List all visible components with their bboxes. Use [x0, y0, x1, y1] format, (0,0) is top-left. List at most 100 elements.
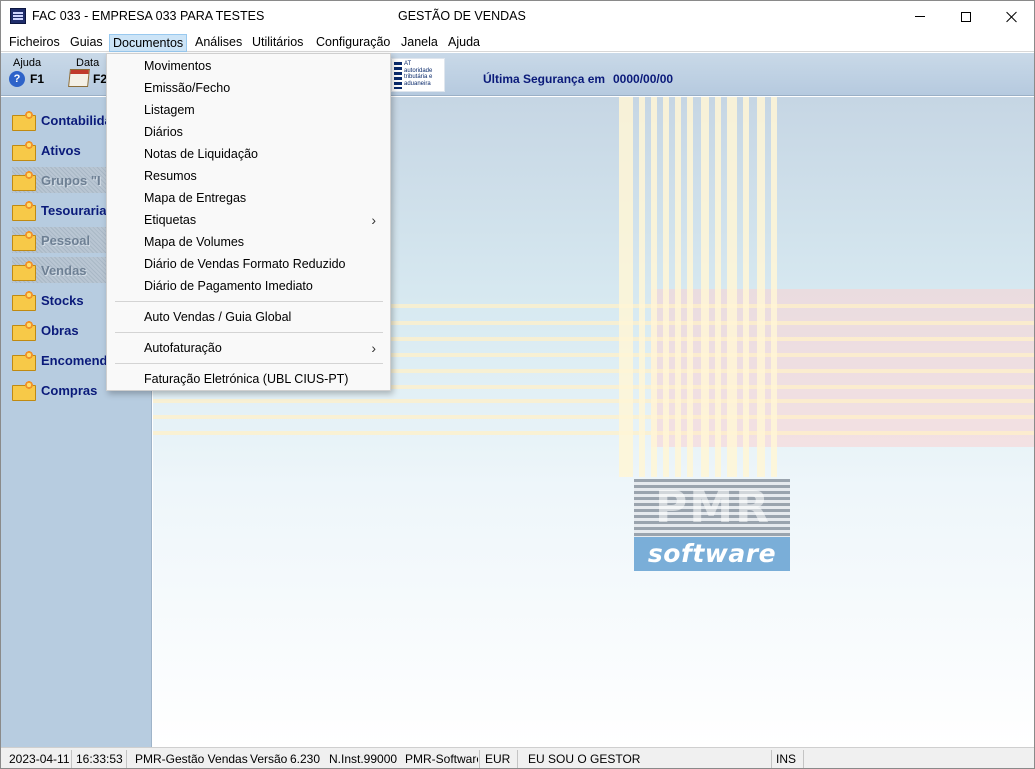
sidebar-item-label: Grupos "I [41, 172, 101, 188]
background-stripe [651, 97, 657, 477]
sidebar-item-label: Compras [41, 382, 98, 398]
status-mode: INS [776, 752, 797, 766]
status-date: 2023-04-11 [9, 752, 70, 766]
status-vendor: PMR-Software [405, 752, 478, 766]
minimize-button[interactable] [897, 1, 943, 32]
background-stripe [153, 415, 1034, 419]
menu-item-label: Diários [144, 125, 183, 139]
app-window: FAC 033 - EMPRESA 033 PARA TESTES GESTÃO… [0, 0, 1035, 769]
menu-ficheiros[interactable]: Ficheiros [6, 34, 63, 52]
window-subtitle: GESTÃO DE VENDAS [398, 9, 526, 23]
backup-label: Última Segurança em [483, 72, 606, 86]
status-divider [517, 750, 518, 768]
menu-item-diario-pagamento-imediato[interactable]: Diário de Pagamento Imediato [107, 275, 390, 297]
menu-item-label: Diário de Pagamento Imediato [144, 279, 313, 293]
menu-item-label: Auto Vendas / Guia Global [144, 310, 292, 324]
sidebar-item-label: Ativos [41, 142, 81, 158]
menu-item-label: Listagem [144, 103, 195, 117]
status-app-name: PMR-Gestão Vendas [135, 752, 248, 766]
menu-item-notas-liquidacao[interactable]: Notas de Liquidação [107, 143, 390, 165]
menu-item-diarios[interactable]: Diários [107, 121, 390, 143]
menu-item-label: Etiquetas [144, 213, 197, 227]
status-version-label: Versão [250, 752, 288, 766]
background-stripe [701, 97, 709, 477]
status-user: EU SOU O GESTOR [528, 752, 641, 766]
menu-item-autofaturacao[interactable]: Autofaturação › [107, 337, 390, 359]
app-icon[interactable] [10, 8, 26, 24]
menu-guias[interactable]: Guias [67, 34, 106, 52]
background-stripe [715, 97, 721, 477]
menu-item-label: Autofaturação [144, 341, 222, 355]
folder-icon [12, 140, 36, 161]
status-divider [803, 750, 804, 768]
folder-icon [12, 290, 36, 311]
menu-separator [115, 301, 383, 302]
background-stripe [687, 97, 693, 477]
status-divider [479, 750, 480, 768]
menu-documentos[interactable]: Documentos [109, 34, 188, 52]
menu-item-etiquetas[interactable]: Etiquetas › [107, 209, 390, 231]
menu-item-auto-vendas[interactable]: Auto Vendas / Guia Global [107, 306, 390, 328]
menu-item-resumos[interactable]: Resumos [107, 165, 390, 187]
menu-item-listagem[interactable]: Listagem [107, 99, 390, 121]
status-version: 6.230 [290, 752, 321, 766]
at-logo: AT autoridade tributária e aduaneira [391, 58, 445, 92]
calendar-icon[interactable] [68, 69, 90, 87]
menu-analises[interactable]: Análises [192, 34, 245, 52]
menu-utilitarios[interactable]: Utilitários [249, 34, 306, 52]
menu-item-label: Mapa de Entregas [144, 191, 247, 205]
status-divider [126, 750, 127, 768]
help-key[interactable]: F1 [30, 72, 44, 86]
date-key[interactable]: F2 [93, 72, 107, 86]
menu-ajuda[interactable]: Ajuda [445, 34, 483, 52]
at-mark-icon [394, 62, 402, 89]
menu-item-label: Emissão/Fecho [144, 81, 231, 95]
sidebar-item-label: Pessoal [41, 232, 91, 248]
menu-item-emissao-fecho[interactable]: Emissão/Fecho [107, 77, 390, 99]
sidebar-item-label: Stocks [41, 292, 84, 308]
menu-item-label: Faturação Eletrónica (UBL CIUS-PT) [144, 372, 349, 386]
menu-configuracao[interactable]: Configuração [313, 34, 393, 52]
sidebar-item-label: Vendas [41, 262, 87, 278]
background-stripe [153, 399, 1034, 403]
background-stripe [727, 97, 737, 477]
chevron-right-icon: › [371, 340, 376, 356]
pmr-logo-letters: PMR [655, 482, 771, 533]
minimize-icon [915, 16, 925, 17]
sidebar-item-label: Obras [41, 322, 79, 338]
menu-item-label: Mapa de Volumes [144, 235, 245, 249]
status-currency: EUR [485, 752, 511, 766]
maximize-button[interactable] [943, 1, 989, 32]
folder-icon [12, 260, 36, 281]
menu-item-faturacao-eletronica[interactable]: Faturação Eletrónica (UBL CIUS-PT) [107, 368, 390, 390]
menu-item-movimentos[interactable]: Movimentos [107, 55, 390, 77]
menu-item-label: Notas de Liquidação [144, 147, 258, 161]
background-stripe [743, 97, 749, 477]
background-stripe [771, 97, 777, 477]
menu-item-diario-vendas-reduzido[interactable]: Diário de Vendas Formato Reduzido [107, 253, 390, 275]
window-title: FAC 033 - EMPRESA 033 PARA TESTES [32, 9, 265, 23]
menu-item-label: Movimentos [144, 59, 212, 73]
folder-icon [12, 200, 36, 221]
menu-item-mapa-entregas[interactable]: Mapa de Entregas [107, 187, 390, 209]
sidebar-item-label: Tesouraria [41, 202, 107, 218]
status-time: 16:33:53 [76, 752, 123, 766]
chevron-right-icon: › [371, 212, 376, 228]
status-divider [71, 750, 72, 768]
help-icon[interactable]: ? [9, 71, 25, 87]
menu-item-mapa-volumes[interactable]: Mapa de Volumes [107, 231, 390, 253]
background-stripe [675, 97, 681, 477]
folder-icon [12, 230, 36, 251]
menu-separator [115, 363, 383, 364]
menu-janela[interactable]: Janela [398, 34, 441, 52]
menu-item-label: Diário de Vendas Formato Reduzido [144, 257, 346, 271]
maximize-icon [961, 11, 971, 22]
date-label: Data [76, 57, 100, 69]
help-label: Ajuda [13, 57, 42, 69]
pmr-software-logo: software [634, 537, 790, 571]
status-divider [771, 750, 772, 768]
folder-icon [12, 350, 36, 371]
background-stripe [757, 97, 765, 477]
close-button[interactable] [989, 1, 1034, 32]
documentos-dropdown-menu: Movimentos Emissão/Fecho Listagem Diário… [106, 53, 391, 391]
